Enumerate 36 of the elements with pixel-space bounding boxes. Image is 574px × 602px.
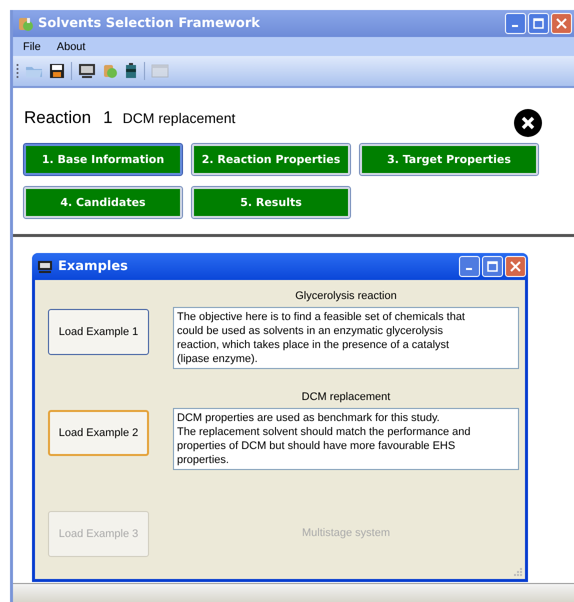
resize-grip-icon[interactable] xyxy=(513,567,523,577)
load-example-button[interactable]: Load Example 1 xyxy=(48,309,149,355)
menu-item[interactable]: About xyxy=(50,40,92,52)
maximize-icon xyxy=(487,261,498,272)
menu-item[interactable]: File xyxy=(17,40,47,52)
step-button[interactable]: 2. Reaction Properties xyxy=(192,144,350,175)
example-title: Multistage system xyxy=(302,527,390,540)
close-icon xyxy=(556,18,567,29)
monitor-icon[interactable] xyxy=(78,63,96,79)
maximize-icon xyxy=(533,18,544,29)
description-field[interactable]: DCM properties are used as benchmark for this study. The replacement solvent should match the performance and properties of DCM but should have more favourable EHS properties. xyxy=(173,408,519,470)
example-title: DCM replacement xyxy=(302,391,390,404)
maximize-button[interactable] xyxy=(482,256,503,277)
example-title: Glycerolysis reaction xyxy=(295,290,397,303)
reaction-name: DCM replacement xyxy=(122,110,236,126)
close-button[interactable] xyxy=(505,256,526,277)
step-button[interactable]: 5. Results xyxy=(192,187,350,218)
description-field[interactable]: The objective here is to find a feasible set of chemicals that could be used as solvents in an enzymatic glycerolysis reaction, which takes place in the presence of a catalyst (lipase enzyme). xyxy=(173,307,519,369)
reaction-label: Reaction xyxy=(24,108,92,128)
save-icon[interactable] xyxy=(49,63,65,79)
close-button[interactable] xyxy=(551,13,572,34)
step-button[interactable]: 1. Base Information xyxy=(24,144,182,175)
close-icon xyxy=(510,261,521,272)
minimize-button[interactable] xyxy=(459,256,480,277)
minimize-button[interactable] xyxy=(505,13,526,34)
step-button[interactable]: 4. Candidates xyxy=(24,187,182,218)
step-button[interactable]: 3. Target Properties xyxy=(360,144,538,175)
close-icon[interactable] xyxy=(514,109,542,137)
app-icon xyxy=(18,16,34,32)
toolbar-grip-icon xyxy=(16,62,19,80)
window-title: Solvents Selection Framework xyxy=(38,16,261,31)
dialog-title: Examples xyxy=(58,259,129,274)
maximize-button[interactable] xyxy=(528,13,549,34)
load-example-button[interactable]: Load Example 2 xyxy=(48,410,149,456)
battery-icon[interactable] xyxy=(124,63,138,79)
reaction-number: 1 xyxy=(103,108,113,128)
